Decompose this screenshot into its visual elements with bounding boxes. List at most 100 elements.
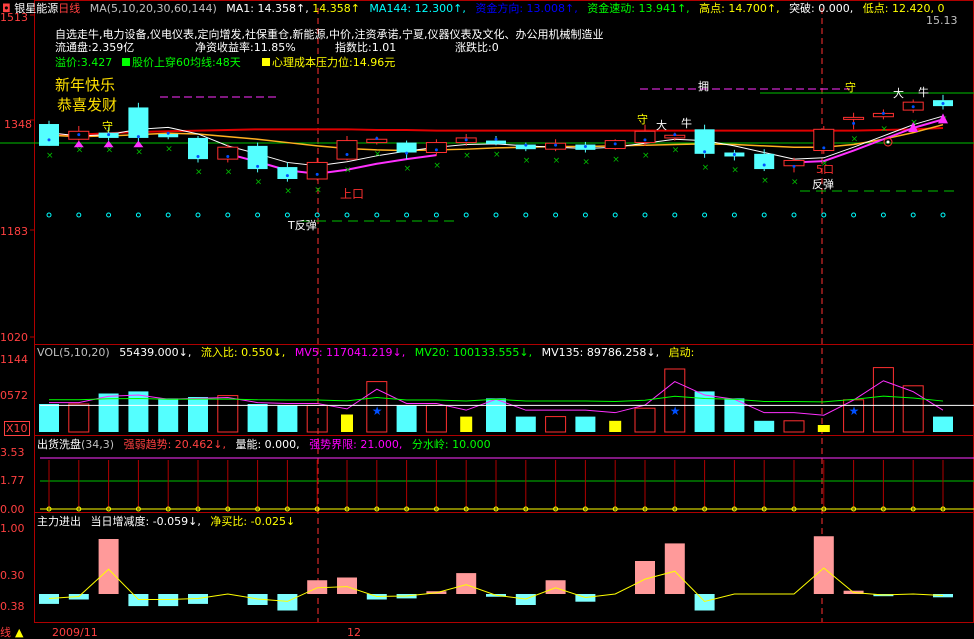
signal-circle: [106, 212, 112, 218]
updown-ratio: 涨跌比:0: [455, 41, 499, 54]
signal-dot: [822, 146, 826, 150]
fund-speed: 资金速动: 13.941↑,: [587, 2, 690, 15]
signal-dot: [941, 101, 945, 105]
volume-bar-signal: [609, 420, 622, 432]
buy-arrow: [133, 140, 144, 148]
flow-bar-inflow: [664, 543, 685, 594]
cross-marker: ×: [404, 164, 412, 174]
premium-value: 溢价:3.427: [55, 56, 113, 69]
signal-dot: [226, 154, 230, 158]
cross-marker: ×: [761, 176, 769, 186]
stock-chart-canvas[interactable]: ××××××××××××××××××××××××××××××× ★★★: [0, 0, 974, 639]
signal-dot: [434, 148, 438, 152]
price-label-low: 1183: [0, 225, 28, 238]
signal-circle: [582, 212, 588, 218]
bull-label-2b: 牛: [918, 86, 929, 99]
signal-circle: [255, 212, 261, 218]
wash-axis-3: 0.00: [0, 503, 25, 516]
volume-bar-up: [872, 367, 894, 433]
hold-label-3: 守: [845, 81, 856, 94]
breakout-value: 突破: 0.000,: [789, 2, 854, 15]
cross-marker: ×: [851, 134, 859, 144]
flow-bar-outflow: [277, 594, 298, 611]
vol-axis-2: 0572: [0, 389, 28, 402]
rebound-label-1: T反弹: [288, 219, 317, 232]
hold-label-2: 守: [637, 113, 648, 126]
index-ratio: 指数比:1.01: [335, 41, 397, 54]
cross-marker: ×: [731, 165, 739, 175]
signal-circle: [731, 212, 737, 218]
cross-marker: ×: [702, 163, 710, 173]
vol-multiplier[interactable]: X10: [4, 421, 30, 436]
signal-circle: [791, 212, 797, 218]
green-square-icon: [122, 58, 130, 66]
volume-bar-down: [277, 405, 298, 432]
volume-bar-up: [425, 404, 447, 433]
volume-bar-down: [754, 420, 775, 432]
energy-value: 量能: 0.000,: [235, 438, 300, 451]
main-flow-title: 主力进出: [37, 515, 81, 528]
volume-bar-up: [634, 407, 656, 433]
signal-dot: [524, 143, 528, 147]
float-shares: 流通盘:2.359亿: [55, 41, 135, 54]
hold-label-4: 拥: [698, 80, 709, 93]
cross-marker: ×: [880, 124, 888, 134]
ma144-value: MA144: 12.300↑,: [369, 2, 466, 15]
flow-bar-inflow: [98, 539, 119, 594]
ma60-line: [48, 126, 944, 137]
start-label: 启动:: [668, 346, 695, 359]
main-flow-panel: [39, 536, 953, 611]
cross-marker: ×: [523, 156, 531, 166]
signal-dot: [315, 172, 319, 176]
date-tick: 12: [347, 626, 361, 639]
cross-marker: ×: [791, 177, 799, 187]
volume-star: ★: [670, 404, 681, 418]
peak-label: 15.13: [926, 14, 958, 27]
cross-marker: ×: [642, 151, 650, 161]
signal-circle: [314, 212, 320, 218]
signal-dot: [852, 121, 856, 125]
signal-dot: [732, 152, 736, 156]
period-label[interactable]: 日线: [58, 2, 80, 15]
signal-dot: [673, 133, 677, 137]
ma1-value: MA1: 14.358↑,: [226, 2, 309, 15]
volume-bar-up: [783, 420, 805, 433]
cross-marker: ×: [195, 167, 203, 177]
signal-dot: [762, 163, 766, 167]
signal-circle: [821, 212, 827, 218]
cross-marker: ×: [374, 150, 382, 160]
signal-circle: [493, 212, 499, 218]
volume-bar-signal: [341, 414, 353, 432]
vol-axis-1: 1144: [0, 353, 28, 366]
volume-bar-down: [128, 391, 149, 432]
cross-marker: ×: [225, 167, 233, 177]
signal-dot: [47, 138, 51, 142]
vol-value: 55439.000↓,: [119, 346, 192, 359]
volume-bar-down: [247, 404, 268, 432]
signal-circle: [195, 212, 201, 218]
signal-dot: [345, 152, 349, 156]
price-label-bottom: 1020: [0, 331, 28, 344]
warning-icon[interactable]: ▲: [15, 626, 23, 639]
candle-body-up: [843, 116, 865, 120]
price-label-mid: 1348: [4, 118, 32, 131]
cross-marker: ×: [433, 161, 441, 171]
signal-circle: [463, 212, 469, 218]
volume-header: VOL(5,10,20) 55439.000↓, 流入比: 0.550↓, MV…: [37, 346, 694, 359]
candle-body-down: [39, 124, 59, 146]
flow-bar-inflow: [545, 580, 566, 594]
greeting-line1: 新年快乐: [55, 76, 116, 94]
signal-dot: [613, 142, 617, 146]
volume-bar-down: [396, 405, 417, 432]
inflow-ratio: 流入比: 0.550↓,: [200, 346, 286, 359]
candle-body-down: [486, 140, 506, 144]
signal-dot: [643, 138, 647, 142]
signal-markers: ×××××××××××××××××××××××××××××××: [46, 88, 960, 222]
cross-marker: ×: [493, 150, 501, 160]
signal-dot: [554, 143, 558, 147]
cross-marker: ×: [255, 177, 263, 187]
daily-change: 当日增减度: -0.059↓,: [90, 515, 201, 528]
signal-dot: [166, 131, 170, 135]
signal-circle: [404, 212, 410, 218]
volume-bar-down: [694, 391, 715, 432]
